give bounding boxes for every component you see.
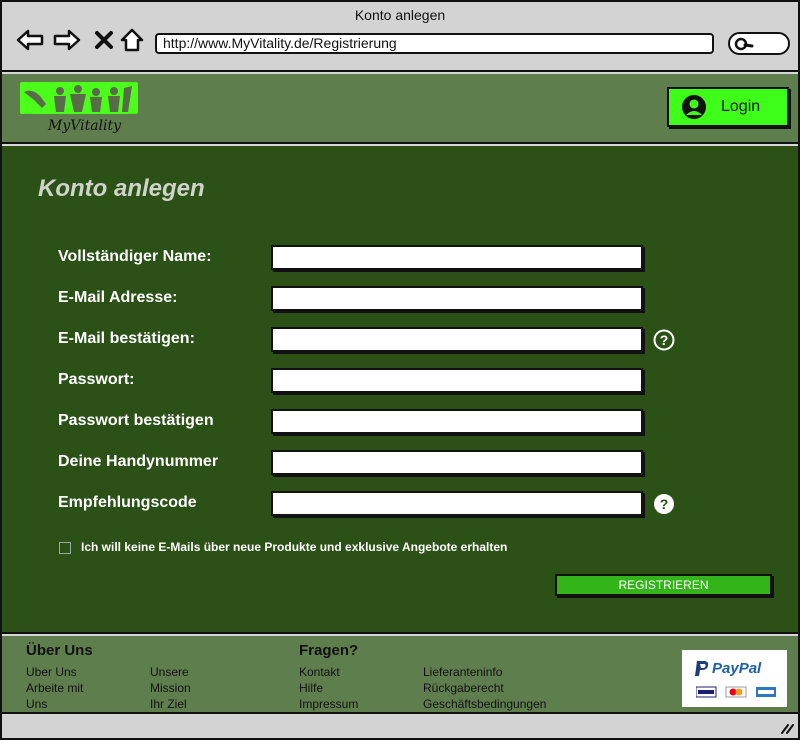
referral-code-input[interactable] [271,491,643,516]
footer-link-mission[interactable]: Mission [150,681,191,695]
full-name-label: Vollständiger Name: [58,248,212,265]
footer-link-our[interactable]: Unsere [150,665,189,679]
referral-help-icon[interactable]: ? [653,493,675,515]
email-label: E-Mail Adresse: [58,289,178,306]
phone-input[interactable] [271,450,643,475]
paypal-badge: PayPal [682,650,787,707]
footer-questions-heading: Fragen? [299,642,359,659]
referral-code-label: Empfehlungscode [58,494,197,511]
address-bar[interactable]: http://www.MyVitality.de/Registrierung [155,33,714,54]
newsletter-optout-checkbox[interactable] [59,542,71,554]
footer-link-return-policy[interactable]: Rückgaberecht [423,681,504,695]
footer-link-terms[interactable]: Geschäftsbedingungen [423,697,546,711]
password-label: Passwort: [58,371,135,388]
footer-about-heading: Über Uns [26,642,93,659]
register-button[interactable]: REGISTRIEREN [555,574,772,596]
user-icon [682,95,706,119]
paypal-logo-icon [695,661,709,676]
login-button[interactable]: Login [667,87,789,127]
email-confirm-input[interactable] [271,327,643,352]
logo-text: MyVitality [48,118,122,134]
footer-link-work-with[interactable]: Arbeite mit [26,681,83,695]
email-confirm-label: E-Mail bestätigen: [58,330,195,347]
footer-link-us[interactable]: Uns [26,697,47,711]
myvitality-logo[interactable]: MyVitality [20,82,140,140]
search-icon [734,37,754,51]
footer-link-imprint[interactable]: Impressum [299,697,358,711]
paypal-wordmark: PayPal [712,660,762,677]
browser-status-bar [2,716,798,738]
site-header: MyVitality Login [2,74,798,144]
resize-grip-icon[interactable] [780,722,794,734]
site-footer: Über Uns Uber Uns Arbeite mit Uns Unsere… [2,636,798,714]
back-arrow-icon[interactable] [16,26,44,54]
footer-link-help[interactable]: Hilfe [299,681,323,695]
home-icon[interactable] [118,26,146,54]
stop-icon[interactable] [90,26,118,54]
footer-link-your-goal[interactable]: Ihr Ziel [150,697,187,711]
browser-search-field[interactable] [728,32,790,55]
email-help-icon[interactable]: ? [653,329,675,351]
full-name-input[interactable] [271,245,643,270]
login-label: Login [721,98,761,115]
phone-label: Deine Handynummer [58,453,219,470]
svg-text:?: ? [660,496,669,512]
password-confirm-input[interactable] [271,409,643,434]
svg-text:?: ? [660,332,669,348]
newsletter-optout-label: Ich will keine E-Mails über neue Produkt… [81,540,508,554]
footer-link-supplier-info[interactable]: Lieferanteninfo [423,665,502,679]
credit-cards-icon [696,686,776,698]
page-title: Konto anlegen [38,175,205,202]
footer-link-about-us[interactable]: Uber Uns [26,665,77,679]
registration-panel: Konto anlegen Vollständiger Name: E-Mail… [2,146,798,634]
window-title: Konto anlegen [354,7,446,23]
footer-link-contact[interactable]: Kontakt [299,665,340,679]
email-input[interactable] [271,286,643,311]
browser-toolbar: Konto anlegen http://www.MyVitality.de/R… [2,2,798,72]
athletes-silhouette-icon [24,85,132,112]
password-input[interactable] [271,368,643,393]
forward-arrow-icon[interactable] [53,26,81,54]
logo-banner [20,82,138,114]
password-confirm-label: Passwort bestätigen [58,412,214,429]
browser-window: Konto anlegen http://www.MyVitality.de/R… [0,0,800,740]
